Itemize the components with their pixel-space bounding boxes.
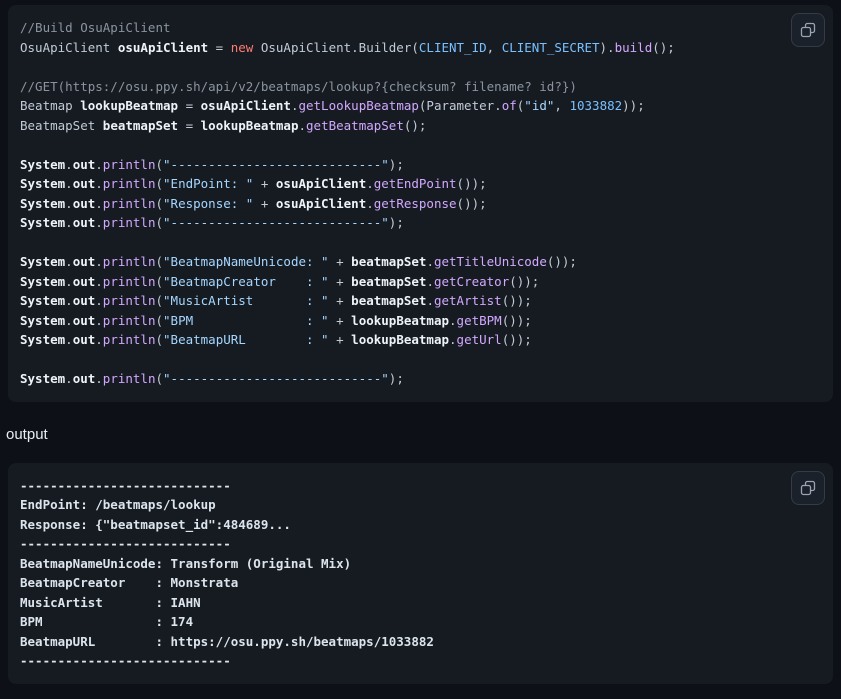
code-line: System.out.println("Response: " + osuApi… [20,194,819,214]
code-line [20,135,819,155]
java-code-block: //Build OsuApiClientOsuApiClient osuApiC… [8,5,833,402]
code-line [20,57,819,77]
code-line: Response: {"beatmapset_id":484689... [20,515,819,535]
output-code-block: ----------------------------EndPoint: /b… [8,463,833,684]
code-line: BPM : 174 [20,612,819,632]
code-line: //Build OsuApiClient [20,18,819,38]
output-label: output [6,426,841,444]
code-line: ---------------------------- [20,534,819,554]
code-line: //GET(https://osu.ppy.sh/api/v2/beatmaps… [20,77,819,97]
output-code: ----------------------------EndPoint: /b… [20,476,819,671]
code-line: BeatmapCreator : Monstrata [20,573,819,593]
code-line: System.out.println("BeatmapNameUnicode: … [20,252,819,272]
code-line [20,350,819,370]
copy-icon [800,22,816,38]
code-line [20,233,819,253]
code-line: ---------------------------- [20,476,819,496]
code-line: System.out.println("BPM : " + lookupBeat… [20,311,819,331]
code-line: ---------------------------- [20,651,819,671]
code-line: Beatmap lookupBeatmap = osuApiClient.get… [20,96,819,116]
code-line: System.out.println("BeatmapCreator : " +… [20,272,819,292]
code-line: System.out.println("--------------------… [20,369,819,389]
copy-icon [800,480,816,496]
code-line: OsuApiClient osuApiClient = new OsuApiCl… [20,38,819,58]
copy-button[interactable] [791,13,825,47]
code-line: System.out.println("EndPoint: " + osuApi… [20,174,819,194]
code-line: BeatmapSet beatmapSet = lookupBeatmap.ge… [20,116,819,136]
copy-button[interactable] [791,471,825,505]
code-line: System.out.println("--------------------… [20,155,819,175]
java-code: //Build OsuApiClientOsuApiClient osuApiC… [20,18,819,389]
code-line: System.out.println("--------------------… [20,213,819,233]
code-line: System.out.println("BeatmapURL : " + loo… [20,330,819,350]
code-line: BeatmapURL : https://osu.ppy.sh/beatmaps… [20,632,819,652]
code-line: MusicArtist : IAHN [20,593,819,613]
code-line: BeatmapNameUnicode: Transform (Original … [20,554,819,574]
code-line: EndPoint: /beatmaps/lookup [20,495,819,515]
code-line: System.out.println("MusicArtist : " + be… [20,291,819,311]
